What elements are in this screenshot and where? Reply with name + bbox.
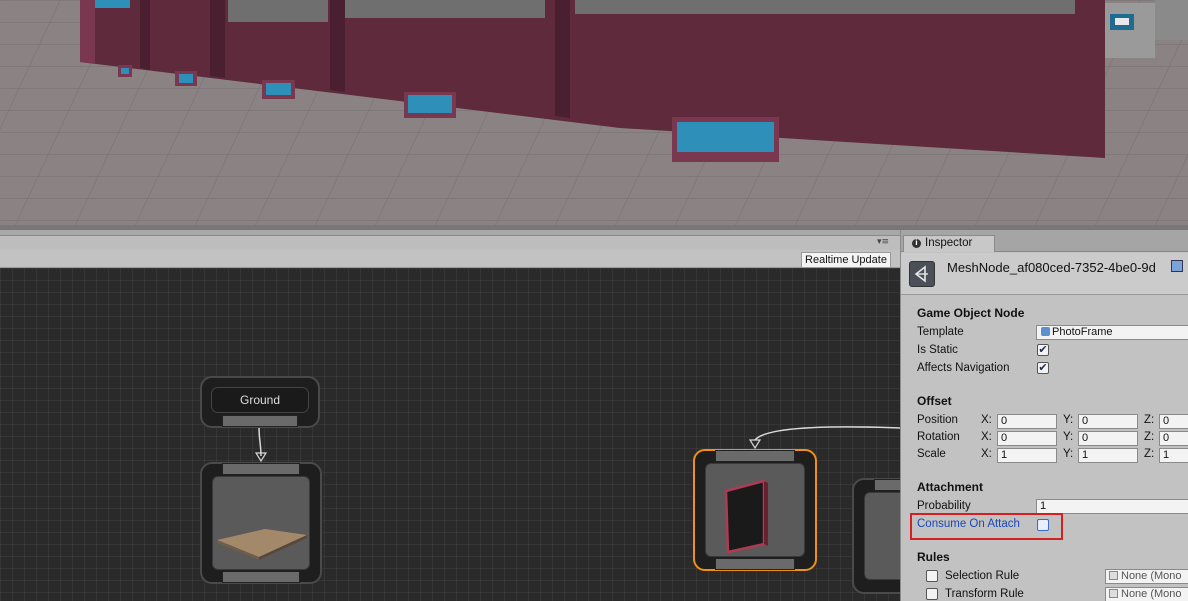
photoframe-node-output-port[interactable] (715, 558, 795, 570)
template-field[interactable]: PhotoFrame (1036, 325, 1188, 340)
section-offset: Offset (917, 394, 952, 408)
partial-node[interactable] (852, 478, 900, 594)
photoframe-node-input-port[interactable] (715, 450, 795, 462)
rotation-x-label: X: (981, 431, 992, 443)
partial-node-input-port[interactable] (874, 479, 900, 491)
position-label: Position (917, 414, 958, 426)
selection-rule-field[interactable]: None (Mono (1105, 569, 1188, 584)
inspector-header: MeshNode_af080ced-7352-4be0-9d (901, 253, 1188, 295)
floor-node-output-port[interactable] (222, 571, 300, 583)
prefab-icon (1041, 327, 1050, 336)
object-name: MeshNode_af080ced-7352-4be0-9d (947, 260, 1156, 275)
partial-node-preview (864, 492, 900, 580)
position-y-field[interactable]: 0 (1078, 414, 1138, 429)
help-icon[interactable] (1171, 260, 1183, 272)
scale-z-field[interactable]: 1 (1159, 448, 1188, 463)
affects-navigation-checkbox[interactable]: ✔ (1037, 362, 1049, 374)
photoframe-node-preview (705, 463, 805, 557)
scene-render (0, 0, 1188, 230)
section-rules: Rules (917, 550, 950, 564)
position-z-field[interactable]: 0 (1159, 414, 1188, 429)
photoframe-node-selected[interactable] (693, 449, 817, 571)
scale-x-field[interactable]: 1 (997, 448, 1057, 463)
ground-node[interactable]: Ground (200, 376, 320, 428)
object-field-icon (1109, 571, 1118, 580)
consume-on-attach-checkbox[interactable] (1037, 519, 1049, 531)
rotation-y-field[interactable]: 0 (1078, 431, 1138, 446)
position-z-label: Z: (1144, 414, 1155, 426)
info-icon: i (912, 239, 921, 248)
graph-editor[interactable]: ▾≡ Realtime Update Ground (0, 230, 900, 601)
transform-rule-value: None (Mono (1121, 588, 1182, 600)
is-static-checkbox[interactable]: ✔ (1037, 344, 1049, 356)
scale-z-label: Z: (1144, 448, 1155, 460)
scale-y-field[interactable]: 1 (1078, 448, 1138, 463)
floor-tile-thumbnail (217, 529, 307, 560)
transform-rule-label: Transform Rule (945, 588, 1024, 600)
template-label: Template (917, 326, 964, 338)
ground-node-output-port[interactable] (222, 415, 298, 427)
ground-node-label: Ground (211, 387, 309, 413)
scale-y-label: Y: (1063, 448, 1074, 460)
rotation-z-label: Z: (1144, 431, 1155, 443)
scene-viewport[interactable] (0, 0, 1188, 230)
rotation-z-field[interactable]: 0 (1159, 431, 1188, 446)
selection-rule-value: None (Mono (1121, 570, 1182, 582)
inspector-panel: i Inspector MeshNode_af080ced-7352-4be0-9… (900, 230, 1188, 601)
section-game-object-node: Game Object Node (917, 306, 1025, 320)
rotation-y-label: Y: (1063, 431, 1074, 443)
photo-frame-thumbnail (724, 479, 768, 554)
position-x-field[interactable]: 0 (997, 414, 1057, 429)
tab-inspector[interactable]: i Inspector (903, 235, 995, 252)
affects-navigation-label: Affects Navigation (917, 362, 1010, 374)
floor-node-preview (212, 476, 310, 570)
object-field-icon (1109, 589, 1118, 598)
section-attachment: Attachment (917, 480, 984, 494)
template-value: PhotoFrame (1052, 326, 1113, 338)
transform-rule-checkbox[interactable] (926, 588, 938, 600)
inspector-tab-bar: i Inspector (901, 230, 1188, 252)
floor-node-input-port[interactable] (222, 463, 300, 475)
scale-label: Scale (917, 448, 946, 460)
is-static-label: Is Static (917, 344, 958, 356)
transform-rule-field[interactable]: None (Mono (1105, 587, 1188, 601)
selection-rule-checkbox[interactable] (926, 570, 938, 582)
inspector-tab-label: Inspector (925, 237, 973, 249)
probability-label: Probability (917, 500, 971, 512)
rotation-x-field[interactable]: 0 (997, 431, 1057, 446)
rotation-label: Rotation (917, 431, 960, 443)
scale-x-label: X: (981, 448, 992, 460)
position-y-label: Y: (1063, 414, 1074, 426)
probability-field[interactable]: 1 (1036, 499, 1188, 514)
floor-mesh-node[interactable] (200, 462, 322, 584)
position-x-label: X: (981, 414, 992, 426)
consume-on-attach-label: Consume On Attach (917, 518, 1020, 530)
game-object-icon (909, 261, 935, 287)
selection-rule-label: Selection Rule (945, 570, 1020, 582)
